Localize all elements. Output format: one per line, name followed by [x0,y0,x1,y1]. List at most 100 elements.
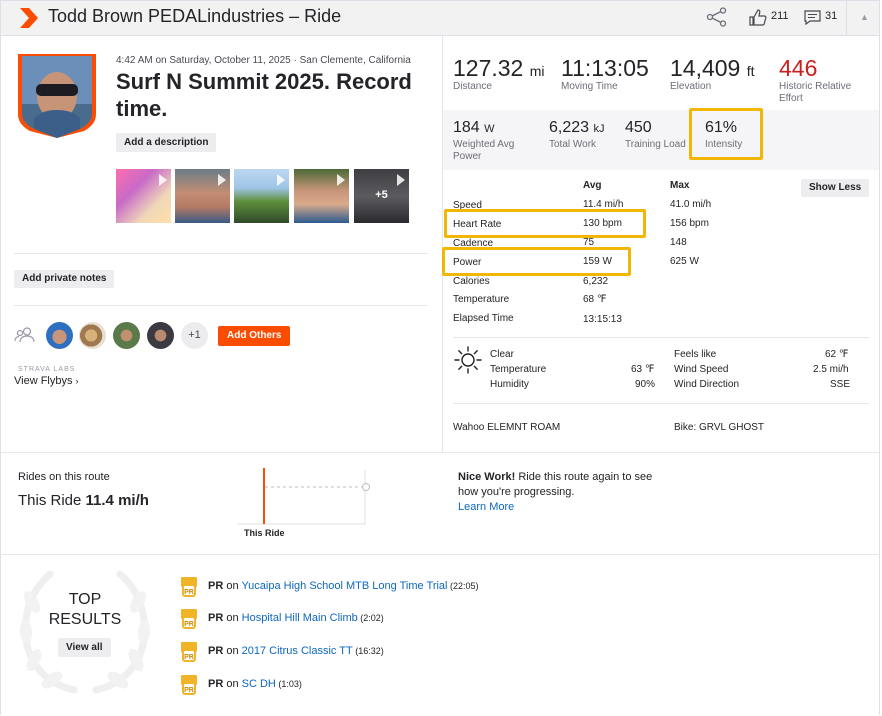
route-chart-label: This Ride [244,528,285,538]
device-name: Wahoo ELEMNT ROAM [453,422,561,433]
add-description-button[interactable]: Add a description [116,133,217,152]
svg-text:PR: PR [184,589,194,596]
share-icon[interactable] [706,7,728,27]
column-divider [442,36,443,452]
learn-more-link[interactable]: Learn More [458,501,514,513]
route-this-ride: This Ride 11.4 mi/h [18,492,149,509]
view-flybys-label: View Flybys [14,375,73,387]
detail-row-max: 41.0 mi/h [670,199,712,210]
show-less-button[interactable]: Show Less [801,179,870,197]
group-member-avatar[interactable] [79,322,106,349]
section-divider [0,452,880,453]
stat-total-work-label: Total Work [549,139,597,150]
pr-medal-icon: PR [181,675,197,695]
svg-text:PR: PR [184,621,194,628]
collapse-caret-icon[interactable]: ▲ [860,12,869,22]
weather-wind-speed-value: 2.5 mi/h [813,364,849,375]
power-highlight [442,247,631,276]
weather-temperature-label: Temperature [490,364,547,375]
divider [14,305,428,306]
stat-elevation-value: 14,409 ft [670,55,755,81]
stat-weighted-power-label: Weighted Avg Power [453,139,515,162]
weather-feels-like-label: Feels like [674,349,717,360]
photo-thumbnail[interactable] [294,169,349,223]
divider [453,337,869,338]
more-members-count[interactable]: +1 [181,322,208,349]
weather-humidity-label: Humidity [490,379,529,390]
detail-row-max: 148 [670,237,687,248]
stat-elevation-label: Elevation [670,81,712,92]
group-member-avatar[interactable] [46,322,73,349]
pr-medal-icon: PR [181,642,197,662]
group-member-avatar[interactable] [113,322,140,349]
more-photos-count: +5 [375,189,388,201]
pr-badge: PR [208,645,224,657]
group-members-icon [14,327,35,343]
pr-badge: PR [208,678,224,690]
strava-logo-icon[interactable] [20,8,38,28]
play-icon [337,174,345,186]
thumbs-up-icon[interactable] [749,9,767,26]
detail-row-max: 625 W [670,256,699,267]
weather-feels-like-value: 62 ℉ [825,349,849,360]
stat-distance-value: 127.32 mi [453,55,545,81]
stat-moving-time-label: Moving Time [561,81,618,92]
svg-text:PR: PR [184,654,194,661]
play-icon [397,174,405,186]
pr-badge: PR [208,580,224,592]
intensity-highlight [689,108,763,160]
detail-row-label: Calories [453,276,490,287]
route-comparison-chart[interactable] [237,462,377,526]
segment-link[interactable]: SC DH [242,678,276,690]
svg-text:PR: PR [184,687,194,694]
stat-weighted-power-value: 184 W [453,119,495,136]
wreath-icon [19,570,151,694]
detail-col-avg: Avg [583,180,602,191]
detail-col-max: Max [670,180,690,191]
play-icon [218,174,226,186]
play-icon [159,174,167,186]
stat-relative-effort-label: Historic Relative Effort [779,81,852,104]
route-chart-marker [362,483,370,491]
photo-thumbnail[interactable] [116,169,171,223]
detail-row-avg: 13:15:13 [583,314,622,325]
route-encouragement: Nice Work! Ride this route again to see … [458,471,653,513]
comment-count[interactable]: 31 [825,10,837,22]
segment-time: (2:02) [357,613,384,623]
segment-link[interactable]: 2017 Citrus Classic TT [242,645,353,657]
group-member-avatar[interactable] [147,322,174,349]
more-photos-thumbnail[interactable]: +5 [354,169,409,223]
strava-labs-label: STRAVA LABS [18,366,76,373]
kudos-count[interactable]: 211 [771,10,789,22]
segment-time: (1:03) [275,679,302,689]
route-caption: Rides on this route [18,471,110,483]
weather-humidity-value: 90% [635,379,656,390]
add-private-notes-button[interactable]: Add private notes [14,270,115,288]
sun-icon [454,346,482,374]
segment-link[interactable]: Yucaipa High School MTB Long Time Trial [241,580,447,592]
athlete-avatar[interactable] [18,54,96,138]
divider [14,253,428,254]
stat-total-work-value: 6,223 kJ [549,119,605,136]
stat-training-load-value: 450 [625,119,652,136]
stat-relative-effort-value[interactable]: 446 [779,55,817,82]
photo-thumbnail[interactable] [175,169,230,223]
weather-wind-direction-value: SSE [830,379,851,390]
weather-temperature-value: 63 ℉ [631,364,655,375]
stat-distance-label: Distance [453,81,492,92]
view-all-results-button[interactable]: View all [58,638,111,657]
add-others-button[interactable]: Add Others [218,326,291,346]
bike-name[interactable]: Bike: GRVL GHOST [674,422,764,433]
photo-thumbnail[interactable] [234,169,289,223]
activity-title[interactable]: Surf N Summit 2025. Record time. [116,68,426,122]
segment-time: (16:32) [352,646,384,656]
heart-rate-highlight [444,209,646,238]
weather-condition: Clear [490,349,514,360]
top-results-title: TOP RESULTS [48,591,122,628]
comment-icon[interactable] [804,10,821,25]
segment-link[interactable]: Hospital Hill Main Climb [242,612,358,624]
pr-medal-icon: PR [181,577,197,597]
weather-wind-direction-label: Wind Direction [674,379,740,390]
activity-datetime-location: 4:42 AM on Saturday, October 11, 2025 · … [116,55,411,66]
view-flybys-link[interactable]: View Flybys › [14,375,79,387]
